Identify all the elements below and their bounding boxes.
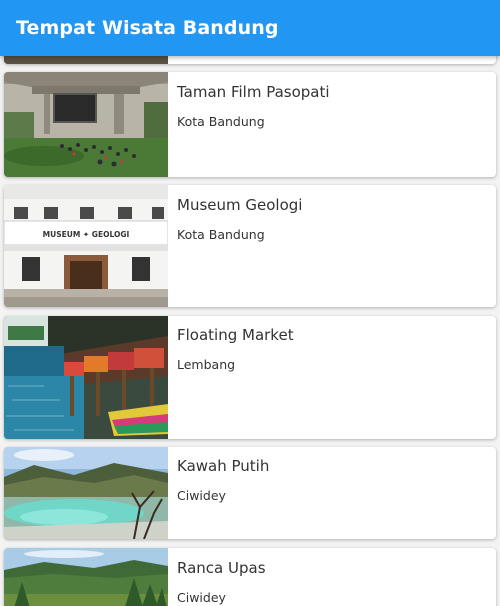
place-name: Kawah Putih xyxy=(177,457,270,475)
forest-meadow-photo xyxy=(4,548,168,606)
app-title: Tempat Wisata Bandung xyxy=(16,17,279,39)
places-list[interactable]: Taman Film Pasopati Kota Bandung MUSEUM … xyxy=(0,0,500,606)
list-item-ranca-upas[interactable]: Ranca Upas Ciwidey xyxy=(4,548,496,606)
list-item-floating-market[interactable]: Floating Market Lembang xyxy=(4,316,496,439)
place-name: Museum Geologi xyxy=(177,196,303,214)
place-location: Kota Bandung xyxy=(177,114,265,129)
place-name: Ranca Upas xyxy=(177,559,266,577)
app-bar: Tempat Wisata Bandung xyxy=(0,0,500,56)
place-location: Ciwidey xyxy=(177,488,226,503)
place-name: Taman Film Pasopati xyxy=(177,83,330,101)
crater-lake-photo xyxy=(4,447,168,539)
museum-building-photo: MUSEUM ✦ GEOLOGI xyxy=(4,185,168,307)
place-location: Lembang xyxy=(177,357,236,372)
list-item-taman-film-pasopati[interactable]: Taman Film Pasopati Kota Bandung xyxy=(4,72,496,177)
park-under-bridge-photo xyxy=(4,72,168,177)
place-name: Floating Market xyxy=(177,326,294,344)
place-location: Kota Bandung xyxy=(177,227,265,242)
floating-market-photo xyxy=(4,316,168,439)
museum-sign-text: MUSEUM ✦ GEOLOGI xyxy=(43,230,130,239)
list-item-museum-geologi[interactable]: MUSEUM ✦ GEOLOGI Museum Geologi Kota Ban… xyxy=(4,185,496,307)
place-location: Ciwidey xyxy=(177,590,226,605)
list-item-kawah-putih[interactable]: Kawah Putih Ciwidey xyxy=(4,447,496,539)
